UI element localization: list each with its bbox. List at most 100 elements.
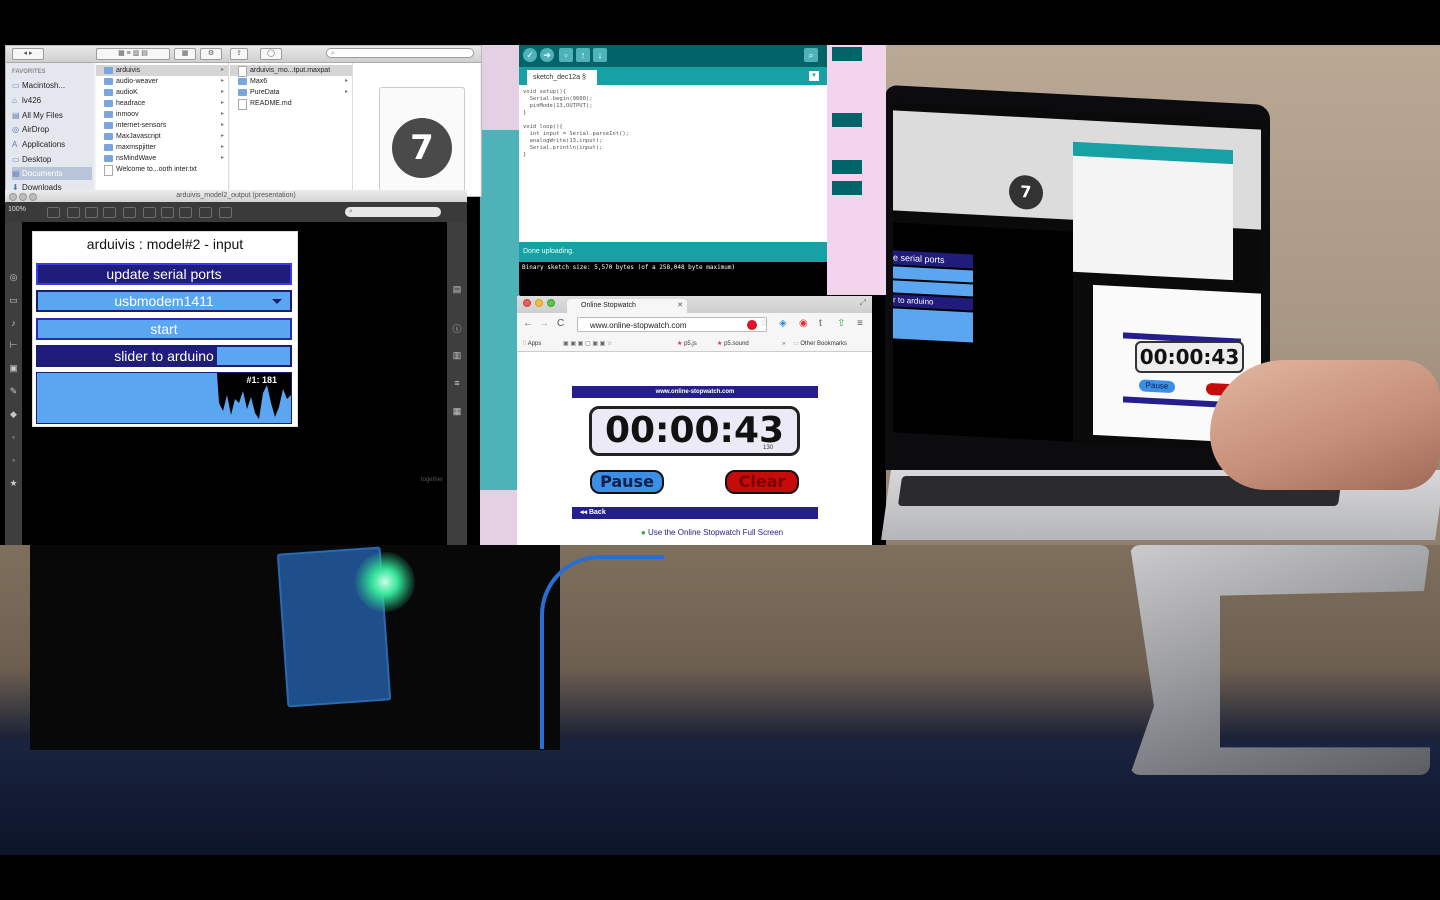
slider-to-arduino[interactable]: slider to arduino bbox=[36, 345, 292, 367]
serial-port-menu[interactable]: usbmodem1411 bbox=[36, 290, 292, 312]
sidebar-item-airdrop[interactable]: ◎ AirDrop bbox=[12, 123, 92, 136]
address-bar[interactable]: www.online-stopwatch.com bbox=[577, 317, 767, 332]
view-mode-buttons[interactable]: ▦ ≡ ▥ ▤ bbox=[96, 48, 170, 60]
arrange-button[interactable]: ▦ bbox=[174, 48, 196, 60]
dot-icon[interactable]: ◦ bbox=[5, 455, 22, 465]
list-item[interactable]: README.md bbox=[230, 98, 352, 110]
bookmark-p5sound[interactable]: ★ p5.sound bbox=[717, 337, 749, 351]
bracket-icon[interactable]: ⊢ bbox=[5, 340, 22, 351]
new-icon[interactable]: ▫ bbox=[559, 48, 573, 62]
tab-sketch[interactable]: sketch_dec12a § bbox=[527, 70, 597, 85]
close-icon[interactable] bbox=[523, 299, 531, 307]
layout-icon[interactable]: ▥ bbox=[447, 350, 467, 361]
menu-icon[interactable]: ≡ bbox=[857, 318, 863, 329]
pause-button[interactable]: Pause bbox=[590, 470, 664, 494]
clock-icon[interactable] bbox=[179, 207, 192, 218]
bookmark-overflow[interactable]: » bbox=[782, 337, 785, 351]
minimize-icon[interactable] bbox=[535, 299, 543, 307]
open-icon[interactable]: ↑ bbox=[576, 48, 590, 62]
upload-icon[interactable]: ➜ bbox=[540, 48, 554, 62]
clear-button[interactable]: Clear bbox=[725, 470, 799, 494]
comment-icon[interactable] bbox=[85, 207, 98, 218]
tab-menu-icon[interactable]: ▾ bbox=[809, 71, 819, 81]
list-item[interactable]: internet-sensors ▸ bbox=[96, 120, 228, 131]
sidebar-item-applications[interactable]: A Applications bbox=[12, 138, 92, 151]
console-icon[interactable]: ▤ bbox=[447, 284, 467, 295]
list-item[interactable]: audioK ▸ bbox=[96, 87, 228, 98]
bookmark-icons[interactable]: ▣ ▣ ▣ ▢ ▣ ▣ ☆ bbox=[563, 337, 612, 351]
list-item[interactable]: Welcome to...ooth inter.txt bbox=[96, 164, 228, 176]
verify-icon[interactable]: ✓ bbox=[523, 48, 537, 62]
update-serial-ports-button[interactable]: update serial ports bbox=[36, 263, 292, 285]
new-object-icon[interactable] bbox=[123, 207, 136, 218]
save-icon[interactable]: ↓ bbox=[593, 48, 607, 62]
bookmark-p5js[interactable]: ★ p5.js bbox=[677, 337, 697, 351]
share-icon[interactable]: ⇪ bbox=[230, 48, 248, 60]
zoom-icon[interactable] bbox=[29, 193, 37, 201]
tab-online-stopwatch[interactable]: Online Stopwatch ✕ bbox=[567, 299, 687, 313]
adblock-icon[interactable] bbox=[747, 320, 757, 330]
box-icon[interactable]: ▭ bbox=[5, 295, 22, 306]
list-item[interactable]: Max6 ▸ bbox=[230, 76, 352, 87]
list-item[interactable]: maxmspjitter ▸ bbox=[96, 142, 228, 153]
list-item[interactable]: audio-weaver ▸ bbox=[96, 76, 228, 87]
info-icon[interactable]: ⓘ bbox=[447, 322, 467, 335]
sidebar-item-documents[interactable]: ▤ Documents bbox=[12, 167, 92, 180]
image-icon[interactable]: ▣ bbox=[5, 363, 22, 374]
list-item[interactable]: arduivis_mo...tput.maxpat bbox=[230, 65, 352, 77]
arrow-icon[interactable]: ◆ bbox=[5, 409, 22, 420]
bookmark-apps[interactable]: ⁞⁞ Apps bbox=[523, 337, 541, 351]
sidebar-item-macintosh[interactable]: ▭ Macintosh... bbox=[12, 79, 92, 92]
toggle-icon[interactable] bbox=[161, 207, 174, 218]
fullscreen-link[interactable]: ● Use the Online Stopwatch Full Screen bbox=[612, 528, 812, 537]
bookmark-other[interactable]: ▭ Other Bookmarks bbox=[793, 337, 847, 351]
list-item[interactable]: headrace ▸ bbox=[96, 98, 228, 109]
fullscreen-icon[interactable]: ⤢ bbox=[860, 298, 866, 308]
code-editor[interactable]: void setup(){ Serial.begin(9600); pinMod… bbox=[519, 85, 827, 237]
music-icon[interactable]: ♪ bbox=[5, 318, 22, 328]
dot-icon[interactable]: ◦ bbox=[5, 432, 22, 442]
star-icon[interactable]: ★ bbox=[5, 478, 22, 489]
zoom-level[interactable]: 100% bbox=[8, 206, 26, 213]
list-icon[interactable]: ≡ bbox=[447, 378, 467, 388]
tumblr-icon[interactable]: t bbox=[819, 318, 822, 329]
sidebar-item-lv426[interactable]: ⌂ lv426 bbox=[12, 94, 92, 107]
new-message-icon[interactable] bbox=[143, 207, 156, 218]
extension-icon[interactable]: ◉ bbox=[799, 318, 808, 329]
minimize-icon[interactable] bbox=[19, 193, 27, 201]
close-tab-icon[interactable]: ✕ bbox=[677, 299, 683, 313]
list-item[interactable]: PureData ▸ bbox=[230, 87, 352, 98]
share-icon[interactable] bbox=[219, 207, 232, 218]
list-item[interactable]: nsMindWave ▸ bbox=[96, 153, 228, 164]
grid-icon[interactable] bbox=[103, 207, 116, 218]
list-item[interactable]: inmoov ▸ bbox=[96, 109, 228, 120]
tag-icon[interactable]: ◯ bbox=[260, 48, 282, 60]
start-button[interactable]: start bbox=[36, 318, 292, 340]
stopwatch-banner[interactable]: www.online-stopwatch.com bbox=[572, 386, 818, 398]
finder-search-input[interactable]: ⌕ bbox=[326, 48, 474, 58]
list-item[interactable]: MaxJavascript ▸ bbox=[96, 131, 228, 142]
star-icon[interactable]: ☆ bbox=[760, 318, 769, 329]
presentation-icon[interactable] bbox=[67, 207, 80, 218]
extension-icon[interactable]: ◈ bbox=[779, 318, 787, 329]
grid-icon[interactable]: ▦ bbox=[447, 406, 467, 417]
back-icon[interactable]: ← bbox=[523, 318, 533, 329]
serial-monitor-icon[interactable]: ⌕ bbox=[804, 48, 818, 62]
forward-icon[interactable]: → bbox=[539, 318, 549, 329]
paperclip-icon[interactable]: ✎ bbox=[5, 386, 22, 397]
zoom-icon[interactable] bbox=[547, 299, 555, 307]
lock-icon[interactable] bbox=[47, 207, 60, 218]
circle-icon[interactable]: ◎ bbox=[5, 272, 22, 283]
sidebar-item-all-my-files[interactable]: ▤ All My Files bbox=[12, 109, 92, 122]
arrow-up-icon[interactable]: ⇧ bbox=[837, 318, 845, 329]
reload-icon[interactable]: C bbox=[557, 318, 564, 329]
gear-icon[interactable]: ⚙ bbox=[200, 48, 222, 60]
sidebar-item-desktop[interactable]: ▭ Desktop bbox=[12, 153, 92, 166]
debug-icon[interactable] bbox=[199, 207, 212, 218]
list-item[interactable]: arduivis ▸ bbox=[96, 65, 228, 76]
favorites-heading: FAVORITES bbox=[12, 69, 46, 75]
back-forward-buttons[interactable]: ◂ ▸ bbox=[12, 48, 44, 60]
back-link[interactable]: ◂◂ Back bbox=[572, 507, 818, 519]
close-icon[interactable] bbox=[9, 193, 17, 201]
max-search-input[interactable]: ⌕ bbox=[345, 207, 441, 217]
